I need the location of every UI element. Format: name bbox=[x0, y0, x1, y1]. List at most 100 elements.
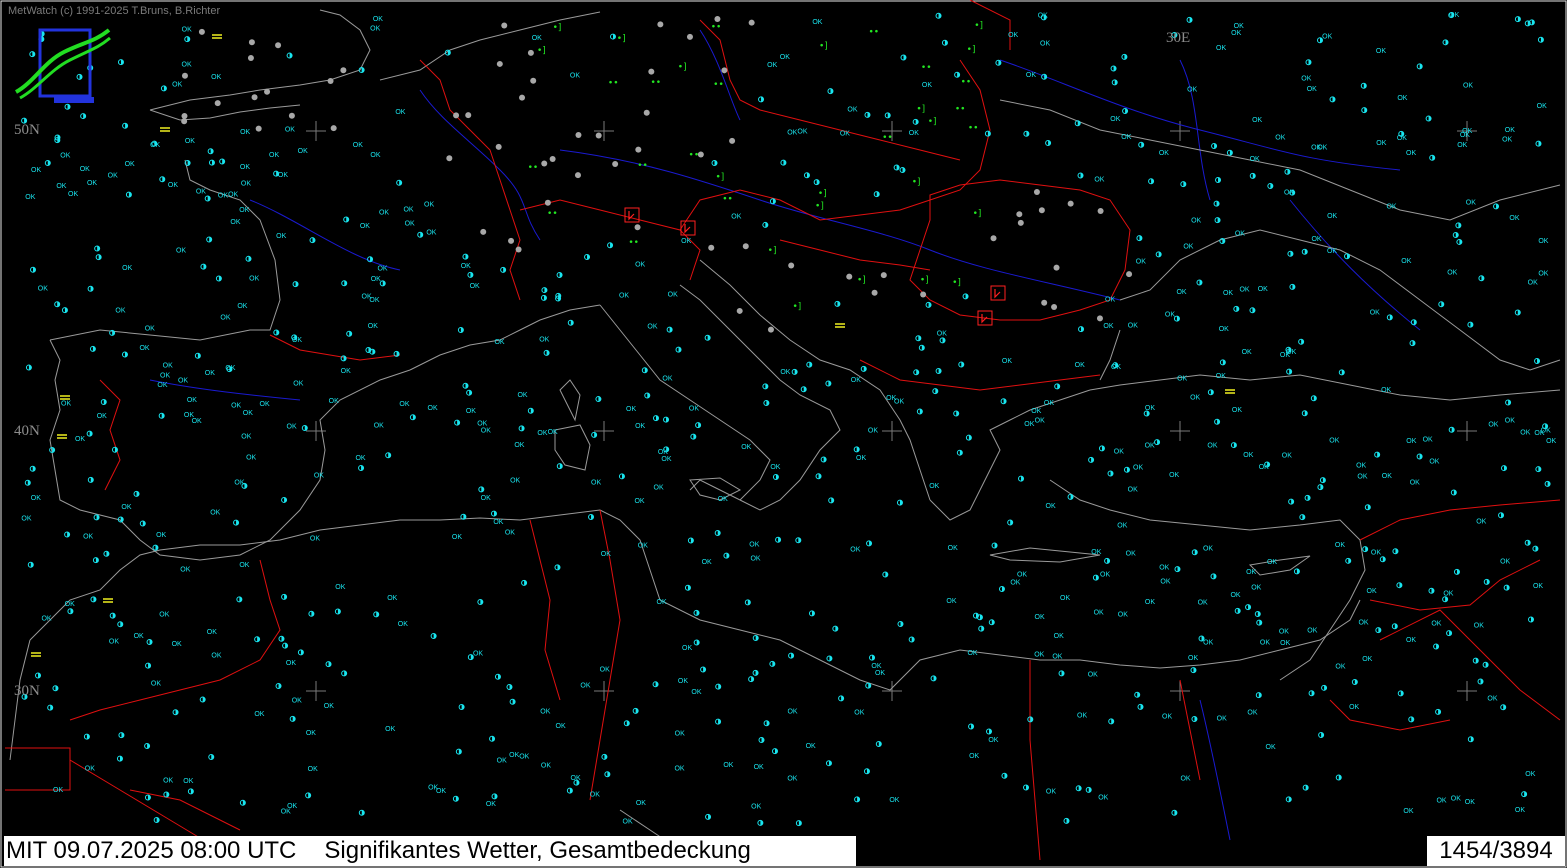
ok-clear-icon: OK bbox=[341, 368, 351, 375]
ok-clear-icon: OK bbox=[493, 519, 503, 526]
ok-clear-icon: OK bbox=[68, 191, 78, 198]
ok-clear-icon: OK bbox=[929, 483, 939, 490]
ok-clear-icon: OK bbox=[1247, 710, 1257, 717]
cloud-cover-disc-icon bbox=[1017, 219, 1024, 226]
map-canvas[interactable]: OK OK OK OK OK •] OK OK OK OK •• OK OK OK OK OK OK OK OK OK… bbox=[0, 0, 1567, 868]
ok-clear-icon: OK bbox=[243, 410, 253, 417]
ok-clear-icon: OK bbox=[1525, 771, 1535, 778]
ok-clear-icon: OK bbox=[1376, 140, 1386, 147]
ok-clear-icon: OK bbox=[1060, 595, 1070, 602]
ok-clear-icon: OK bbox=[292, 697, 302, 704]
ok-clear-icon: OK bbox=[635, 423, 645, 430]
ok-clear-icon: OK bbox=[967, 650, 977, 657]
ok-clear-icon: OK bbox=[1362, 656, 1372, 663]
ok-clear-icon: OK bbox=[38, 286, 48, 293]
ok-clear-icon: OK bbox=[657, 599, 667, 606]
rain-icon: •] bbox=[973, 209, 982, 219]
ok-clear-icon: OK bbox=[1024, 421, 1034, 428]
ok-clear-icon: OK bbox=[1406, 150, 1416, 157]
cloud-cover-disc-icon bbox=[541, 160, 548, 167]
ok-clear-icon: OK bbox=[812, 19, 822, 26]
ok-clear-icon: OK bbox=[249, 276, 259, 283]
cloud-cover-disc-icon bbox=[214, 100, 221, 107]
ok-clear-icon: OK bbox=[377, 265, 387, 272]
ok-clear-icon: OK bbox=[65, 601, 75, 608]
ok-clear-icon: OK bbox=[308, 766, 318, 773]
ok-clear-icon: OK bbox=[1145, 443, 1155, 450]
cloud-cover-disc-icon bbox=[248, 39, 255, 46]
ok-clear-icon: OK bbox=[196, 188, 206, 195]
cloud-cover-disc-icon bbox=[275, 42, 282, 49]
ok-clear-icon: OK bbox=[183, 778, 193, 785]
ok-clear-icon: OK bbox=[461, 263, 471, 270]
ok-clear-icon: OK bbox=[1075, 362, 1085, 369]
cloud-cover-disc-icon bbox=[544, 199, 551, 206]
ok-clear-icon: OK bbox=[1031, 408, 1041, 415]
ok-clear-icon: OK bbox=[436, 788, 446, 795]
ok-clear-icon: OK bbox=[647, 323, 657, 330]
cloud-cover-disc-icon bbox=[635, 146, 642, 153]
ok-clear-icon: OK bbox=[473, 650, 483, 657]
ok-clear-icon: OK bbox=[1035, 418, 1045, 425]
ok-clear-icon: OK bbox=[539, 337, 549, 344]
rain-icon: •• bbox=[651, 78, 662, 88]
rain-icon: •] bbox=[916, 104, 925, 114]
ok-clear-icon: OK bbox=[1451, 796, 1461, 803]
ok-clear-icon: OK bbox=[889, 797, 899, 804]
rain-icon: •• bbox=[608, 79, 619, 89]
ok-clear-icon: OK bbox=[115, 308, 125, 315]
ok-clear-icon: OK bbox=[541, 763, 551, 770]
ok-clear-icon: OK bbox=[689, 406, 699, 413]
ok-clear-icon: OK bbox=[571, 775, 581, 782]
ok-clear-icon: OK bbox=[1162, 714, 1172, 721]
ok-clear-icon: OK bbox=[1128, 487, 1138, 494]
ok-clear-icon: OK bbox=[373, 16, 383, 23]
ok-clear-icon: OK bbox=[636, 800, 646, 807]
ok-clear-icon: OK bbox=[1100, 572, 1110, 579]
ok-clear-icon: OK bbox=[370, 26, 380, 33]
ok-clear-icon: OK bbox=[324, 703, 334, 710]
ok-clear-icon: OK bbox=[211, 74, 221, 81]
ok-clear-icon: OK bbox=[1252, 117, 1262, 124]
ok-clear-icon: OK bbox=[395, 109, 405, 116]
ok-clear-icon: OK bbox=[230, 219, 240, 226]
ok-clear-icon: OK bbox=[1520, 430, 1530, 437]
product-name: Signifikantes Wetter, Gesamtbedeckung bbox=[324, 837, 751, 864]
cloud-cover-disc-icon bbox=[330, 125, 337, 132]
ok-clear-icon: OK bbox=[1133, 465, 1143, 472]
ok-clear-icon: OK bbox=[379, 210, 389, 217]
ok-clear-icon: OK bbox=[1429, 458, 1439, 465]
ok-clear-icon: OK bbox=[1335, 542, 1345, 549]
ok-clear-icon: OK bbox=[134, 633, 144, 640]
ok-clear-icon: OK bbox=[293, 380, 303, 387]
rain-icon: •• bbox=[955, 104, 966, 114]
ok-clear-icon: OK bbox=[797, 129, 807, 136]
ok-clear-icon: OK bbox=[741, 444, 751, 451]
lat-label-50n: 50N bbox=[14, 122, 40, 138]
cloud-cover-disc-icon bbox=[496, 60, 503, 67]
cloud-cover-disc-icon bbox=[634, 224, 641, 231]
ok-clear-icon: OK bbox=[851, 377, 861, 384]
ok-clear-icon: OK bbox=[1044, 400, 1054, 407]
ok-clear-icon: OK bbox=[1335, 663, 1345, 670]
ok-clear-icon: OK bbox=[151, 681, 161, 688]
ok-clear-icon: OK bbox=[678, 678, 688, 685]
ok-clear-icon: OK bbox=[1311, 236, 1321, 243]
ok-clear-icon: OK bbox=[946, 598, 956, 605]
ok-clear-icon: OK bbox=[53, 787, 63, 794]
ok-clear-icon: OK bbox=[287, 423, 297, 430]
ok-clear-icon: OK bbox=[269, 152, 279, 159]
ok-clear-icon: OK bbox=[1207, 442, 1217, 449]
ok-clear-icon: OK bbox=[1198, 600, 1208, 607]
ok-clear-icon: OK bbox=[1159, 565, 1169, 572]
ok-clear-icon: OK bbox=[661, 456, 671, 463]
ok-clear-icon: OK bbox=[1371, 549, 1381, 556]
weather-map[interactable]: OK OK OK OK OK •] OK OK OK OK •• OK OK OK OK OK OK OK OK OK… bbox=[0, 0, 1567, 868]
ok-clear-icon: OK bbox=[178, 377, 188, 384]
ok-clear-icon: OK bbox=[41, 615, 51, 622]
ok-clear-icon: OK bbox=[723, 762, 733, 769]
cloud-cover-disc-icon bbox=[181, 118, 188, 125]
ok-clear-icon: OK bbox=[486, 801, 496, 808]
ok-clear-icon: OK bbox=[1488, 421, 1498, 428]
rain-icon: •] bbox=[928, 117, 937, 127]
